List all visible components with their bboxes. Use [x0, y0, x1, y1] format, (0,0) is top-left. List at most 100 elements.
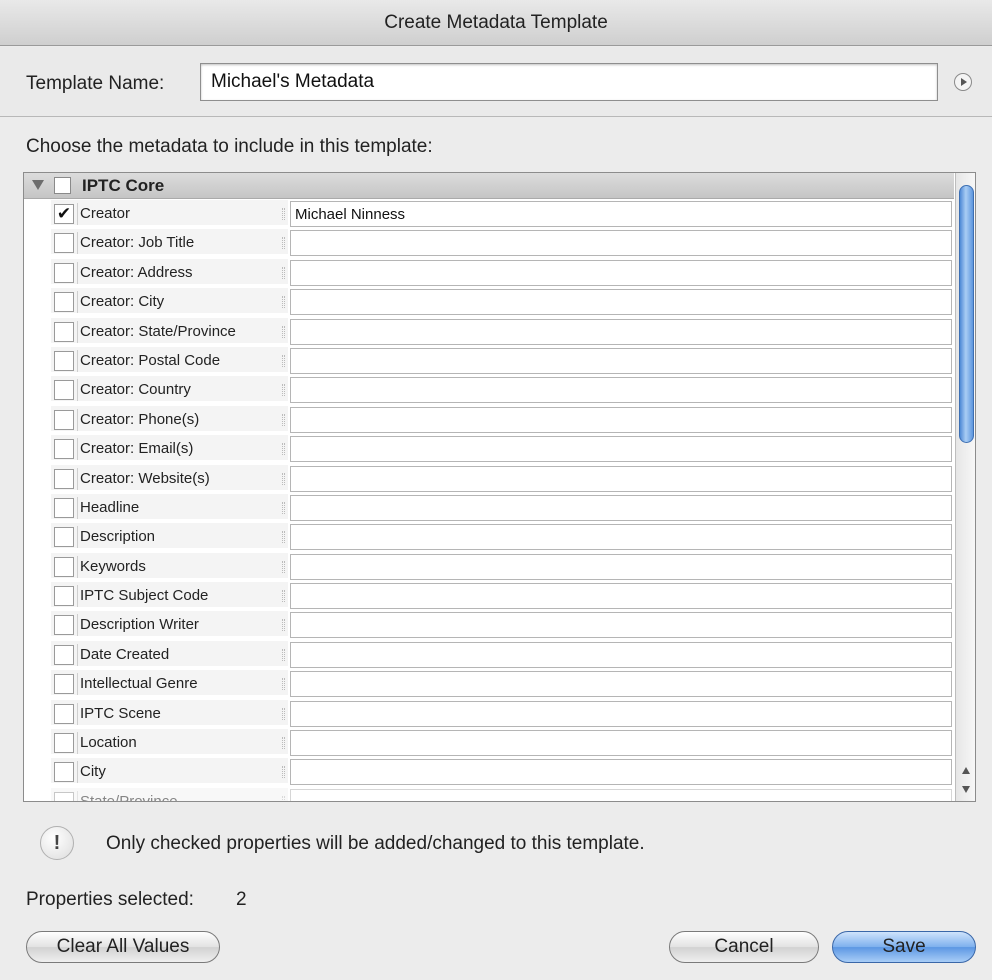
property-label: Creator: State/Province: [77, 320, 236, 343]
metadata-grid: IPTC Core ✔Creator Creator: Job Title Crea…: [23, 172, 976, 802]
property-value-field[interactable]: [290, 700, 952, 727]
property-checkbox[interactable]: [54, 733, 74, 754]
column-resize-handle[interactable]: [282, 590, 285, 603]
column-resize-handle[interactable]: [282, 678, 285, 691]
property-row: Description: [24, 522, 954, 551]
property-value-field[interactable]: [290, 347, 952, 374]
property-label: IPTC Scene: [77, 702, 161, 725]
property-row: Creator: Country: [24, 375, 954, 404]
vertical-scrollbar[interactable]: [955, 173, 975, 801]
property-checkbox[interactable]: [54, 468, 74, 489]
property-value-field[interactable]: [290, 436, 952, 463]
property-value-field[interactable]: [290, 377, 952, 404]
group-checkbox[interactable]: [54, 177, 71, 194]
property-checkbox[interactable]: ✔: [54, 204, 74, 224]
property-value-field[interactable]: [290, 201, 952, 227]
column-resize-handle[interactable]: [282, 501, 285, 514]
column-resize-handle[interactable]: [282, 354, 285, 367]
scroll-down-icon[interactable]: [959, 781, 974, 799]
property-row: City: [24, 757, 954, 786]
column-resize-handle[interactable]: [282, 472, 285, 485]
column-resize-handle[interactable]: [282, 296, 285, 309]
cancel-button[interactable]: Cancel: [669, 931, 819, 963]
property-checkbox[interactable]: [54, 292, 74, 313]
property-checkbox[interactable]: [54, 674, 74, 695]
property-checkbox[interactable]: [54, 409, 74, 430]
property-value-field[interactable]: [290, 494, 952, 521]
flyout-menu-icon[interactable]: [954, 73, 972, 91]
group-row-iptc-core[interactable]: IPTC Core: [24, 173, 954, 199]
property-value-field[interactable]: [290, 583, 952, 610]
property-value-field[interactable]: [290, 641, 952, 668]
scroll-up-icon[interactable]: [959, 761, 974, 779]
property-value-field[interactable]: [290, 524, 952, 551]
property-checkbox[interactable]: [54, 439, 74, 460]
choose-metadata-label: Choose the metadata to include in this t…: [26, 136, 433, 157]
column-resize-handle[interactable]: [282, 384, 285, 397]
property-value-field[interactable]: [290, 788, 952, 801]
property-value-field[interactable]: [290, 259, 952, 286]
property-value-field[interactable]: [290, 406, 952, 433]
property-checkbox[interactable]: [54, 703, 74, 724]
property-checkbox[interactable]: [54, 644, 74, 665]
column-resize-handle[interactable]: [282, 325, 285, 338]
column-resize-handle[interactable]: [282, 237, 285, 250]
column-resize-handle[interactable]: [282, 795, 285, 801]
template-name-section: Template Name:: [0, 47, 992, 117]
property-value-field[interactable]: [290, 612, 952, 639]
property-value-field[interactable]: [290, 730, 952, 757]
property-checkbox[interactable]: [54, 233, 74, 254]
property-label: Creator: Address: [77, 261, 193, 284]
property-label: Intellectual Genre: [77, 673, 198, 696]
property-checkbox[interactable]: [54, 262, 74, 283]
column-resize-handle[interactable]: [282, 707, 285, 720]
property-value-field[interactable]: [290, 230, 952, 257]
property-row: State/Province: [24, 787, 954, 801]
property-value-field[interactable]: [290, 289, 952, 316]
info-message: Only checked properties will be added/ch…: [106, 833, 645, 854]
property-checkbox[interactable]: [54, 527, 74, 548]
property-checkbox[interactable]: [54, 497, 74, 518]
column-resize-handle[interactable]: [282, 531, 285, 544]
column-resize-handle[interactable]: [282, 737, 285, 750]
disclosure-triangle-icon[interactable]: [32, 180, 44, 190]
property-value-field[interactable]: [290, 465, 952, 492]
column-resize-handle[interactable]: [282, 766, 285, 779]
property-label: Description: [77, 526, 155, 549]
column-resize-handle[interactable]: [282, 413, 285, 426]
property-checkbox[interactable]: [54, 791, 74, 801]
save-button[interactable]: Save: [832, 931, 976, 963]
property-row: Creator: Address: [24, 258, 954, 287]
property-row: Creator: Email(s): [24, 434, 954, 463]
property-value-field[interactable]: [290, 553, 952, 580]
property-value-field[interactable]: [290, 671, 952, 698]
property-checkbox[interactable]: [54, 586, 74, 607]
property-checkbox[interactable]: [54, 762, 74, 783]
column-resize-handle[interactable]: [282, 266, 285, 279]
template-name-label: Template Name:: [26, 73, 165, 94]
property-checkbox[interactable]: [54, 321, 74, 342]
property-value-field[interactable]: [290, 318, 952, 345]
column-resize-handle[interactable]: [282, 648, 285, 661]
property-checkbox[interactable]: [54, 350, 74, 371]
property-row: Keywords: [24, 552, 954, 581]
template-name-input[interactable]: [200, 63, 938, 101]
property-row: Intellectual Genre: [24, 669, 954, 698]
property-row: Location: [24, 728, 954, 757]
column-resize-handle[interactable]: [282, 443, 285, 456]
property-checkbox[interactable]: [54, 615, 74, 636]
property-label: Creator: Country: [77, 379, 191, 402]
property-row: Creator: Phone(s): [24, 405, 954, 434]
clear-all-values-button[interactable]: Clear All Values: [26, 931, 220, 963]
property-checkbox[interactable]: [54, 556, 74, 577]
scrollbar-thumb[interactable]: [959, 185, 974, 443]
column-resize-handle[interactable]: [282, 560, 285, 573]
property-value-field[interactable]: [290, 759, 952, 786]
property-label: Creator: City: [77, 291, 164, 314]
property-row: Headline: [24, 493, 954, 522]
column-resize-handle[interactable]: [282, 208, 285, 220]
property-row: Creator: Job Title: [24, 228, 954, 257]
property-row: Description Writer: [24, 610, 954, 639]
column-resize-handle[interactable]: [282, 619, 285, 632]
property-checkbox[interactable]: [54, 380, 74, 401]
